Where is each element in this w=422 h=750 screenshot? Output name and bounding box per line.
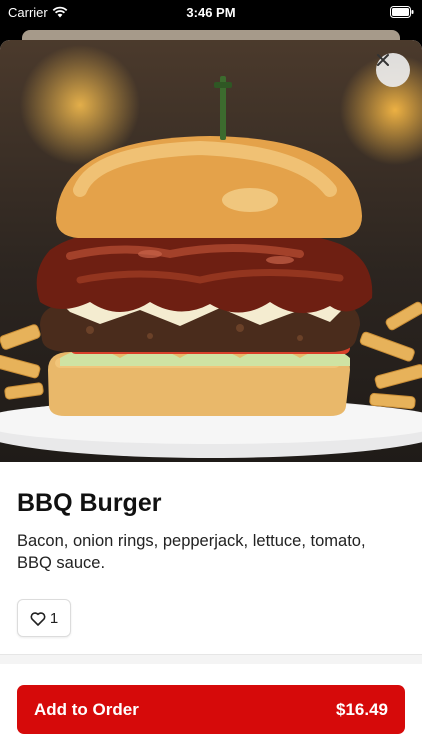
close-icon (377, 54, 389, 66)
bbq-burger-photo (0, 76, 422, 458)
like-count: 1 (49, 609, 59, 627)
like-button[interactable]: 1 (17, 599, 71, 637)
status-bar: Carrier 3:46 PM (0, 0, 422, 26)
order-price: $16.49 (336, 699, 388, 719)
status-time: 3:46 PM (186, 5, 236, 20)
battery-icon (390, 6, 414, 18)
heart-icon (30, 611, 46, 626)
add-to-order-label: Add to Order (34, 699, 139, 719)
item-photo (0, 40, 422, 462)
item-details: BBQ Burger Bacon, onion rings, pepperjac… (0, 462, 422, 637)
section-divider (0, 654, 422, 664)
item-detail-sheet: BBQ Burger Bacon, onion rings, pepperjac… (0, 40, 422, 750)
item-title: BBQ Burger (17, 489, 162, 517)
close-button[interactable] (376, 53, 410, 87)
item-description: Bacon, onion rings, pepperjack, lettuce,… (17, 532, 366, 572)
add-to-order-button[interactable]: Add to Order $16.49 (17, 685, 405, 734)
